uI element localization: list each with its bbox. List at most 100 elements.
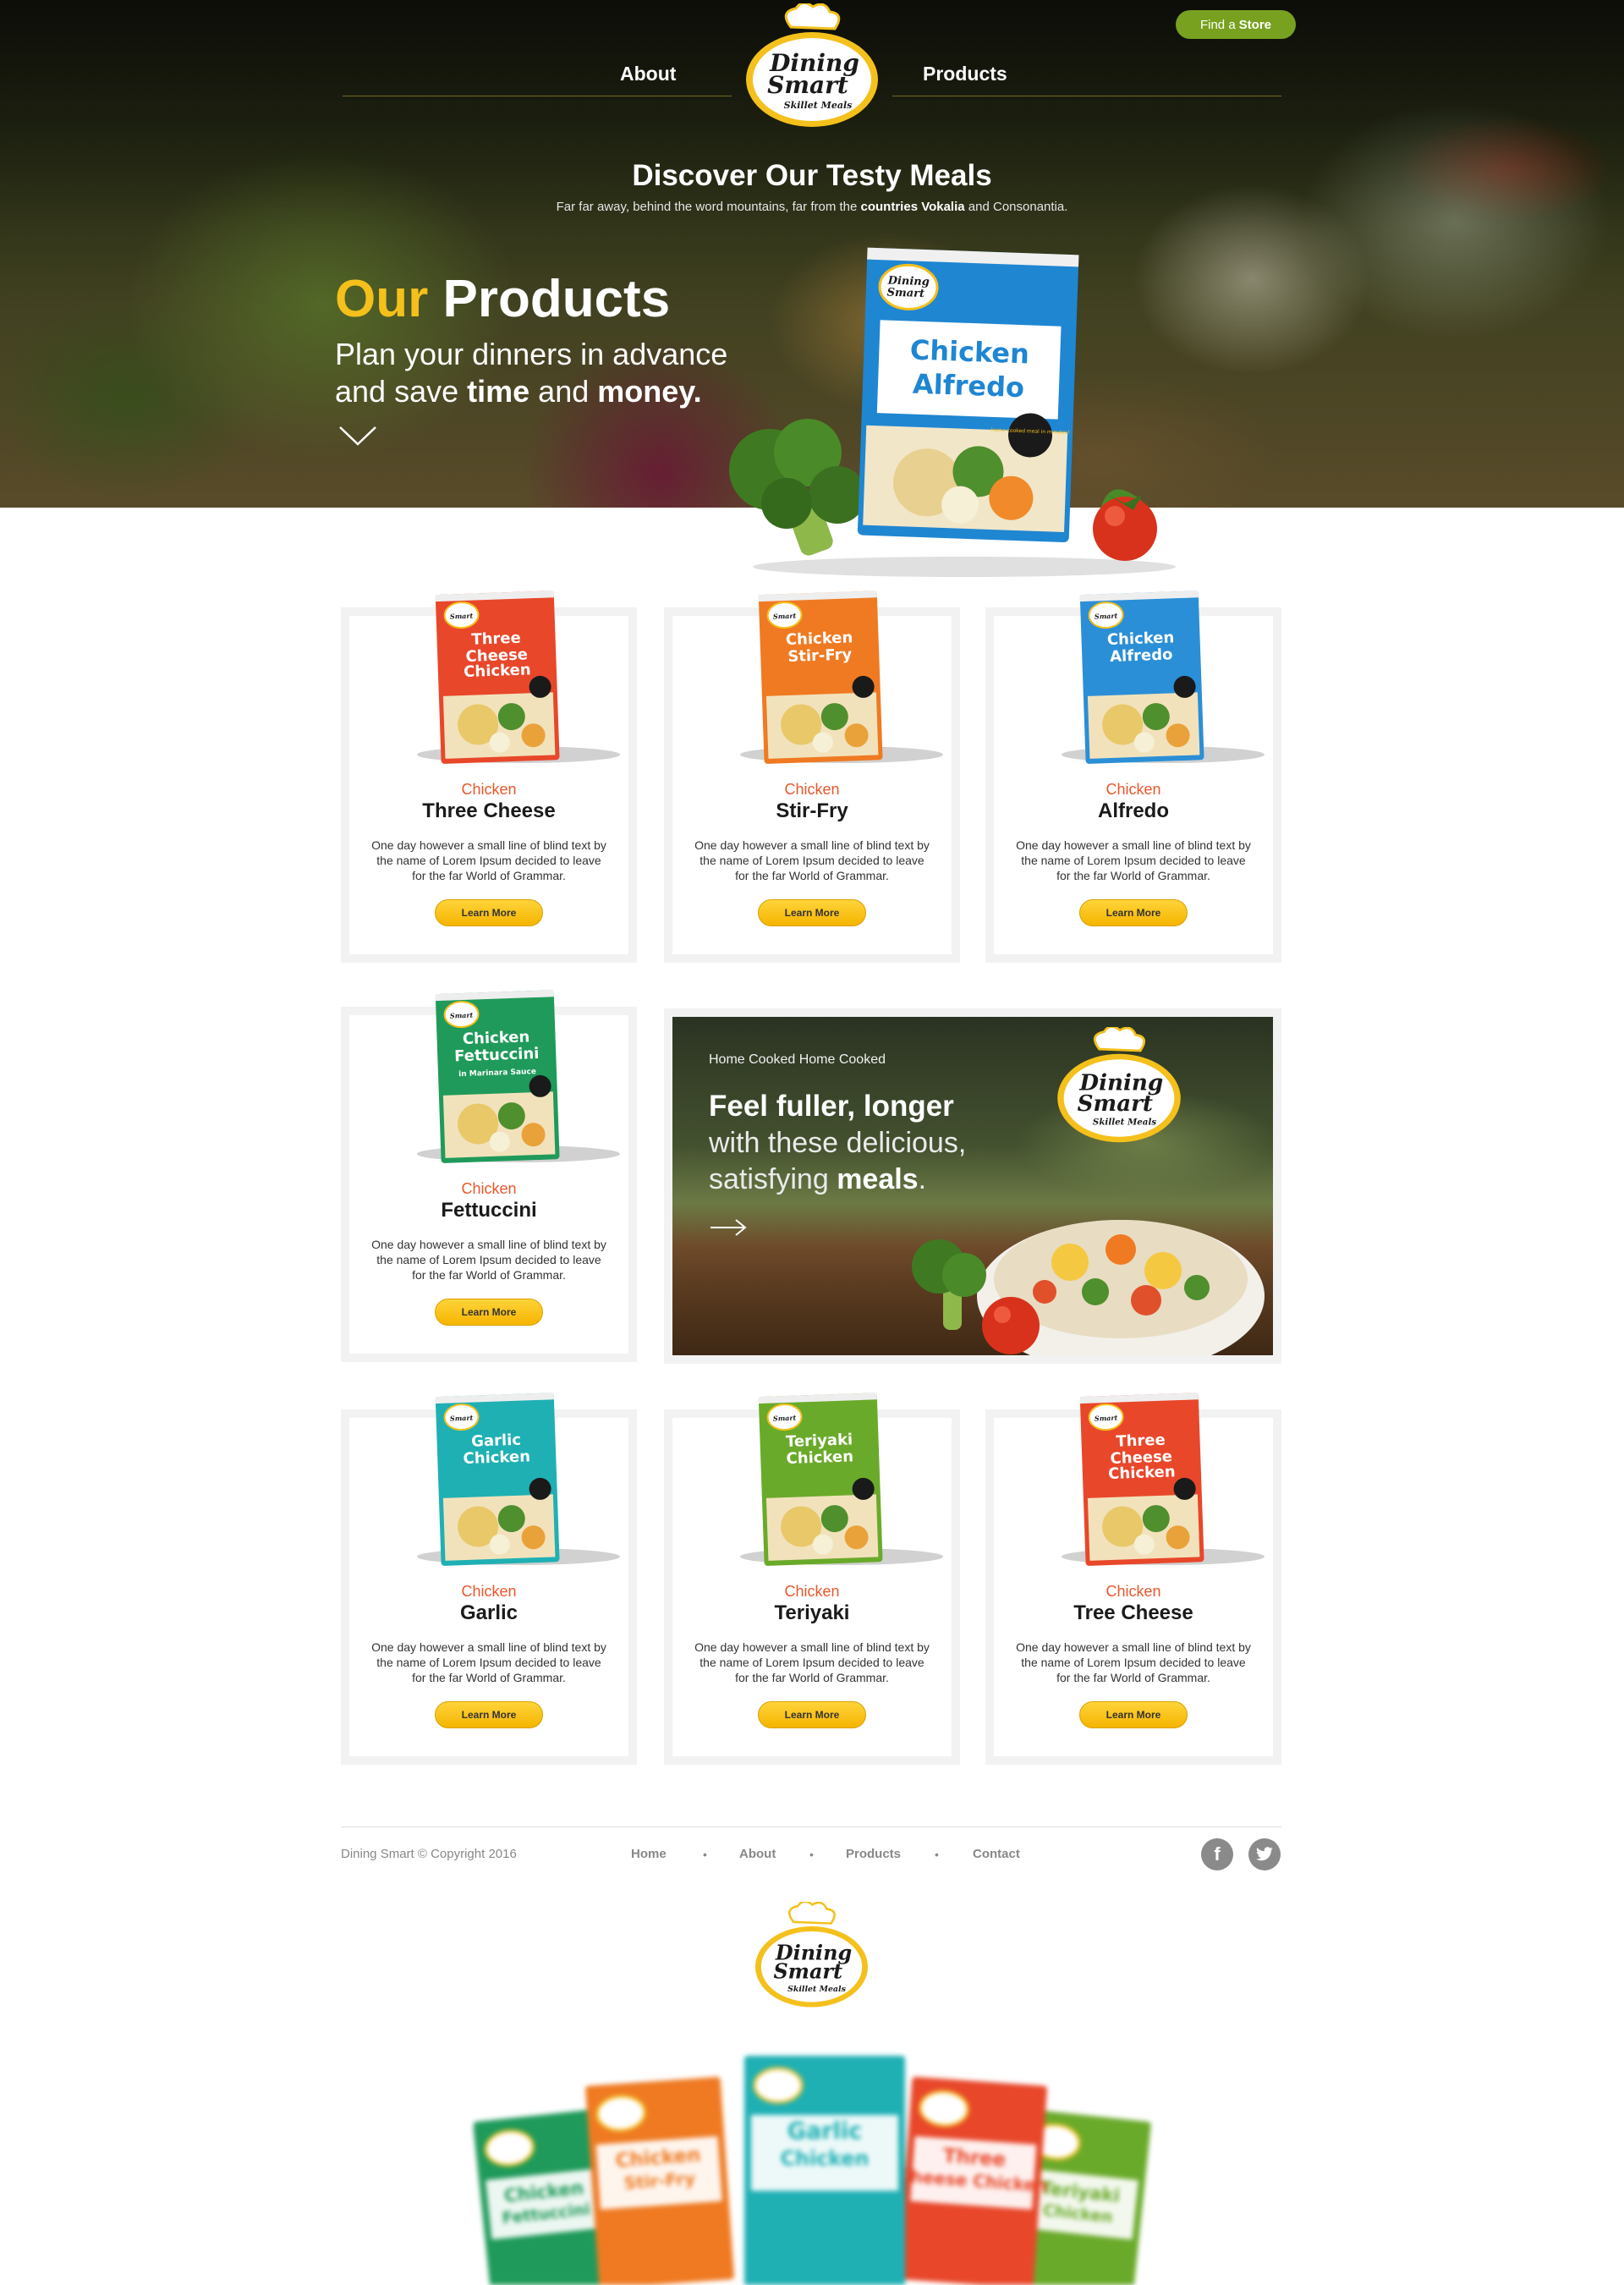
product-card[interactable]: Smart Garlic Chicken Chicken Garlic One day h… [341,1392,637,1765]
meal-plate-image [912,1220,1265,1355]
product-category-label: Chicken [1106,1583,1161,1600]
chicken-alfredo-package: Dining Smart Chicken Alfredo home cooked… [857,247,1079,542]
lineup-package: GarlicChicken [744,2056,905,2285]
footer-nav-separator: • [935,1848,939,1861]
product-card[interactable]: Smart Three Cheese Chicken Chicken Three Chee… [341,590,637,963]
product-card[interactable]: Smart Chicken Fettuccini in Marinara Sauce C… [341,990,637,1362]
product-category-label: Chicken [461,1583,517,1600]
lineup-package: ChickenStir-Fry [585,2076,734,2285]
product-description: One day however a small line of blind te… [1016,1640,1251,1684]
promo-banner-image: Home Cooked Home Cooked Feel fuller, lon… [672,1017,1273,1355]
product-category-label: Chicken [461,781,517,798]
product-name: Three Cheese [422,799,556,822]
find-a-store-button[interactable]: Find a Store [1176,10,1296,39]
product-card[interactable]: Smart Teriyaki Chicken Chicken Teriyaki One d… [664,1392,960,1765]
product-package-image: SmartGarlicChicken [417,1392,620,1566]
twitter-icon[interactable] [1248,1838,1281,1870]
product-name: Teriyaki [774,1601,850,1624]
product-lineup-image: ChickenFettucciniTeriyakiChickenChickenS… [474,2056,1151,2285]
product-category-label: Chicken [784,781,840,798]
svg-text:Chicken: Chicken [463,1447,530,1468]
banner-kicker: Home Cooked Home Cooked [709,1052,886,1067]
svg-text:Smart: Smart [773,1414,797,1423]
nav-products-link[interactable]: Products [923,63,1007,85]
svg-text:Chicken: Chicken [909,333,1029,370]
broccoli-icon [912,1239,986,1330]
svg-text:Smart: Smart [886,286,924,300]
svg-text:Smart: Smart [773,1959,842,1983]
svg-text:Alfredo: Alfredo [1110,645,1173,666]
learn-more-button[interactable]: Learn More [435,1299,543,1326]
dining-smart-logo-footer[interactable]: Dining Smart Skillet Meals [750,1902,873,2010]
arrow-right-icon[interactable] [709,1218,748,1237]
footer-nav-about[interactable]: About [739,1847,776,1861]
svg-text:Skillet Meals: Skillet Meals [784,100,853,111]
svg-text:Garlic: Garlic [787,2118,863,2145]
product-name: Stir-Fry [776,799,848,822]
product-description: One day however a small line of blind te… [371,838,606,882]
tomato-icon [1093,489,1157,561]
svg-text:Chicken: Chicken [786,1447,853,1468]
promo-banner[interactable]: Home Cooked Home Cooked Feel fuller, lon… [664,1008,1281,1364]
learn-more-button[interactable]: Learn More [758,899,866,926]
footer-divider [341,1826,1281,1827]
footer-nav-separator: • [809,1848,814,1861]
svg-text:Skillet Meals: Skillet Meals [1093,1118,1156,1128]
copyright-text: Dining Smart © Copyright 2016 [341,1847,517,1861]
chevron-down-icon[interactable] [338,426,377,448]
footer-nav-home[interactable]: Home [631,1847,667,1861]
svg-text:Chicken: Chicken [1108,1463,1176,1483]
learn-more-button[interactable]: Learn More [1079,899,1188,926]
svg-text:Smart: Smart [1095,1414,1118,1423]
product-name: Tree Cheese [1073,1601,1193,1624]
learn-more-button[interactable]: Learn More [435,1701,543,1728]
product-description: One day however a small line of blind te… [371,1238,606,1282]
product-package-image: SmartThreeCheeseChicken [1062,1392,1265,1566]
svg-text:Skillet Meals: Skillet Meals [787,1985,846,1994]
product-package-image: SmartChickenStir-Fry [740,590,943,764]
product-package-image: SmartChickenFettucciniin Marinara Sauce [417,990,620,1163]
footer-nav-products[interactable]: Products [846,1847,901,1861]
svg-text:Smart: Smart [767,71,848,99]
svg-text:Chicken: Chicken [781,2147,870,2171]
product-name: Fettuccini [441,1199,537,1222]
broccoli-icon [729,419,866,556]
product-package-image: SmartTeriyakiChicken [740,1392,943,1566]
hero-title: Discover Our Testy Meals [632,159,992,192]
banner-headline: Feel fuller, longer [709,1090,954,1123]
dining-smart-logo[interactable]: Dining Smart Skillet Meals [740,3,884,130]
facebook-icon[interactable]: f [1201,1838,1233,1870]
product-description: One day however a small line of blind te… [694,1640,930,1684]
learn-more-button[interactable]: Learn More [758,1701,866,1728]
learn-more-button[interactable]: Learn More [1079,1701,1188,1728]
lineup-package: ThreeCheese Chicken [897,2076,1048,2285]
svg-text:Alfredo: Alfredo [912,368,1024,404]
svg-text:Fettuccini: Fettuccini [454,1045,540,1065]
svg-text:Smart: Smart [450,612,474,621]
svg-text:Stir-Fry: Stir-Fry [787,645,853,666]
footer-nav-separator: • [703,1848,707,1861]
nav-about-link[interactable]: About [620,63,676,85]
hero-subtitle: Far far away, behind the word mountains,… [556,200,1068,214]
our-products-heading: Our Products [335,270,671,328]
product-category-label: Chicken [461,1180,517,1197]
find-store-prefix: Find a [1199,17,1236,32]
hero-product-package: Dining Smart Chicken Alfredo home cooked… [729,247,1176,577]
banner-line-1: with these delicious, [709,1127,967,1159]
svg-text:Smart: Smart [450,1011,474,1020]
product-category-label: Chicken [1106,781,1161,798]
product-name: Alfredo [1098,799,1169,822]
product-description: One day however a small line of blind te… [694,838,930,882]
product-category-label: Chicken [784,1583,840,1600]
svg-text:Chicken: Chicken [464,661,531,681]
find-store-bold: Store [1238,17,1272,32]
product-card[interactable]: Smart Chicken Stir-Fry Chicken Stir-Fry One d… [664,590,960,963]
product-description: One day however a small line of blind te… [1016,838,1251,882]
footer-nav-contact[interactable]: Contact [973,1847,1020,1861]
chef-hat-icon [784,3,841,30]
product-card[interactable]: Smart Chicken Alfredo Chicken Alfredo One day… [985,590,1281,963]
svg-text:Smart: Smart [773,612,797,621]
product-card[interactable]: Smart Three Cheese Chicken Chicken Tree Chees… [985,1392,1281,1765]
learn-more-button[interactable]: Learn More [435,899,543,926]
product-description: One day however a small line of blind te… [371,1640,606,1684]
